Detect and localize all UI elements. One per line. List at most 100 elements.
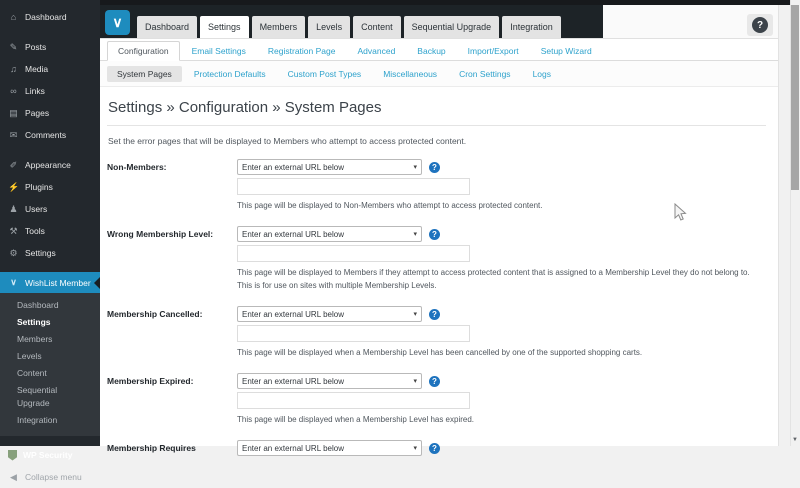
form-row-non-members: Non-Members: Enter an external URL below… — [107, 159, 766, 212]
sidebar-item-label: Comments — [25, 128, 66, 142]
sidebar-item-pages[interactable]: ▤ Pages — [0, 102, 100, 124]
select-value: Enter an external URL below — [242, 377, 344, 386]
tab-logs[interactable]: Logs — [523, 66, 561, 82]
configuration-subtabs: System Pages Protection Defaults Custom … — [100, 61, 778, 87]
submenu-item-integration[interactable]: Integration — [0, 412, 100, 429]
sidebar-item-label: WP Security — [23, 448, 72, 462]
submenu-item-members[interactable]: Members — [0, 331, 100, 348]
page-select[interactable]: Enter an external URL below▾ — [237, 440, 422, 456]
sidebar-item-label: Pages — [25, 106, 49, 120]
help-button[interactable]: ? — [747, 14, 773, 36]
media-icon: ♫ — [8, 62, 19, 76]
page-select[interactable]: Enter an external URL below▾ — [237, 306, 422, 322]
tab-levels[interactable]: Levels — [308, 16, 350, 38]
sidebar-item-dashboard[interactable]: ⌂Dashboard — [0, 6, 100, 28]
field-description: This page will be displayed to Non-Membe… — [237, 199, 766, 212]
select-value: Enter an external URL below — [242, 163, 344, 172]
external-url-input[interactable] — [237, 245, 470, 262]
sidebar-item-label: Plugins — [25, 180, 53, 194]
wishlist-icon: ∨ — [8, 277, 19, 288]
page-description: Set the error pages that will be display… — [108, 136, 766, 146]
scroll-down-arrow[interactable]: ▼ — [790, 436, 800, 445]
scrollbar[interactable]: ▼ — [790, 0, 800, 446]
page-select[interactable]: Enter an external URL below▾ — [237, 159, 422, 175]
collapse-menu-label: Collapse menu — [25, 470, 82, 484]
plugin-icon: ⚡ — [8, 180, 19, 194]
tab-dashboard[interactable]: Dashboard — [137, 16, 197, 38]
tab-protection-defaults[interactable]: Protection Defaults — [184, 66, 276, 82]
sidebar-item-links[interactable]: ∞ Links — [0, 80, 100, 102]
field-label: Membership Cancelled: — [107, 306, 237, 359]
tab-system-pages[interactable]: System Pages — [107, 66, 182, 82]
tab-cron-settings[interactable]: Cron Settings — [449, 66, 521, 82]
comments-icon: ✉ — [8, 128, 19, 142]
form-row-membership-cancelled: Membership Cancelled: Enter an external … — [107, 306, 766, 359]
form-row-membership-expired: Membership Expired: Enter an external UR… — [107, 373, 766, 426]
external-url-input[interactable] — [237, 325, 470, 342]
scrollbar-thumb[interactable] — [791, 5, 799, 190]
chevron-down-icon: ▾ — [413, 230, 417, 238]
settings-content: Settings » Configuration » System Pages … — [100, 87, 778, 456]
select-value: Enter an external URL below — [242, 310, 344, 319]
tab-miscellaneous[interactable]: Miscellaneous — [373, 66, 447, 82]
tab-backup[interactable]: Backup — [407, 42, 455, 60]
sidebar-item-appearance[interactable]: ✐Appearance — [0, 154, 100, 176]
chevron-down-icon: ▾ — [413, 377, 417, 385]
sidebar-item-wp-security[interactable]: WP Security — [0, 444, 100, 466]
submenu-item-levels[interactable]: Levels — [0, 348, 100, 365]
page-select[interactable]: Enter an external URL below ▾ — [237, 373, 422, 389]
tab-custom-post-types[interactable]: Custom Post Types — [278, 66, 372, 82]
gear-icon: ⚙ — [8, 246, 19, 260]
sidebar-item-label: WishList Member — [25, 278, 91, 288]
tab-settings[interactable]: Settings — [200, 16, 249, 38]
external-url-input[interactable] — [237, 178, 470, 195]
sidebar-item-label: Tools — [25, 224, 45, 238]
tab-registration-page[interactable]: Registration Page — [258, 42, 346, 60]
field-label: Membership Requires — [107, 440, 237, 456]
field-description: This page will be displayed to Members i… — [237, 266, 766, 292]
sidebar-item-users[interactable]: ♟Users — [0, 198, 100, 220]
sidebar-item-settings[interactable]: ⚙Settings — [0, 242, 100, 264]
shield-icon — [8, 450, 17, 461]
tab-sequential-upgrade[interactable]: Sequential Upgrade — [404, 16, 500, 38]
top-strip — [100, 0, 790, 5]
help-icon[interactable]: ? — [429, 443, 440, 454]
external-url-input[interactable] — [237, 392, 470, 409]
pin-icon: ✎ — [8, 40, 19, 54]
select-value: Enter an external URL below — [242, 444, 344, 453]
tab-setup-wizard[interactable]: Setup Wizard — [531, 42, 602, 60]
sidebar-item-plugins[interactable]: ⚡ Plugins — [0, 176, 100, 198]
help-icon[interactable]: ? — [429, 229, 440, 240]
sidebar-item-label: Dashboard — [25, 10, 67, 24]
page-select[interactable]: Enter an external URL below ▾ — [237, 226, 422, 242]
plugin-header: ∨ Dashboard Settings Members Levels Cont… — [100, 0, 778, 39]
link-icon: ∞ — [8, 84, 19, 98]
sidebar-item-label: Links — [25, 84, 45, 98]
sidebar-item-wishlist-member[interactable]: ∨ WishList Member — [0, 272, 100, 293]
sidebar-item-label: Appearance — [25, 158, 71, 172]
submenu-item-sequential-upgrade[interactable]: Sequential Upgrade — [0, 382, 100, 412]
form-row-wrong-membership-level: Wrong Membership Level: Enter an externa… — [107, 226, 766, 292]
help-icon[interactable]: ? — [429, 376, 440, 387]
sidebar-item-tools[interactable]: ⚒Tools — [0, 220, 100, 242]
sidebar-item-comments[interactable]: ✉ Comments — [0, 124, 100, 146]
tab-integration[interactable]: Integration — [502, 16, 561, 38]
submenu-item-dashboard[interactable]: Dashboard — [0, 297, 100, 314]
tab-import-export[interactable]: Import/Export — [458, 42, 529, 60]
collapse-menu-button[interactable]: ◀Collapse menu — [0, 466, 100, 488]
help-icon[interactable]: ? — [429, 309, 440, 320]
pages-icon: ▤ — [8, 106, 19, 120]
help-icon[interactable]: ? — [429, 162, 440, 173]
sidebar-item-posts[interactable]: ✎Posts — [0, 36, 100, 58]
tab-content[interactable]: Content — [353, 16, 401, 38]
submenu-item-content[interactable]: Content — [0, 365, 100, 382]
tab-advanced[interactable]: Advanced — [347, 42, 405, 60]
tab-email-settings[interactable]: Email Settings — [182, 42, 256, 60]
submenu-item-settings[interactable]: Settings — [0, 314, 100, 331]
wishlist-submenu: Dashboard Settings Members Levels Conten… — [0, 293, 100, 436]
sidebar-item-media[interactable]: ♫Media — [0, 58, 100, 80]
select-value: Enter an external URL below — [242, 230, 344, 239]
tab-configuration[interactable]: Configuration — [107, 41, 180, 61]
tab-members[interactable]: Members — [252, 16, 306, 38]
field-label: Wrong Membership Level: — [107, 226, 237, 292]
